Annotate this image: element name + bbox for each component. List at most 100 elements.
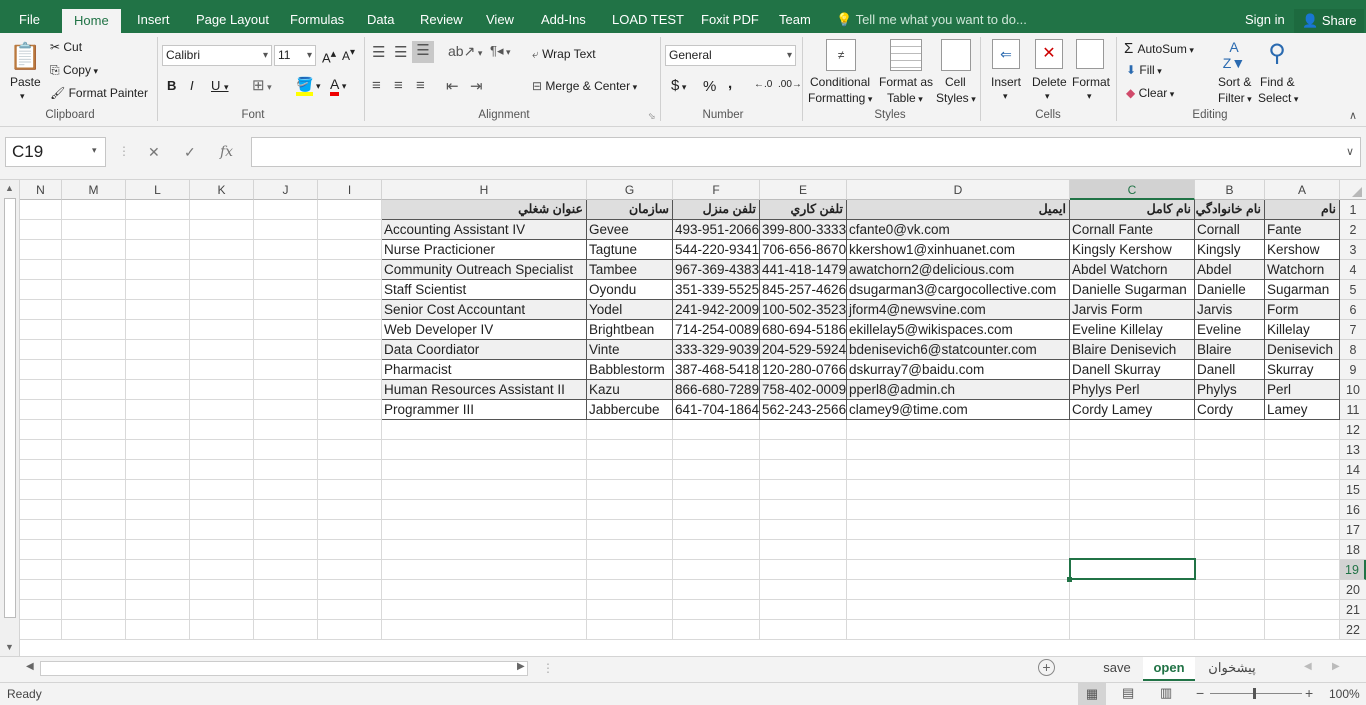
cell-e22[interactable] (760, 620, 847, 640)
cell-h20[interactable] (382, 580, 587, 600)
column-header-b[interactable]: B (1195, 180, 1265, 200)
row-header-19[interactable]: 19 (1340, 560, 1366, 580)
cell-k21[interactable] (190, 600, 254, 620)
cell-n13[interactable] (20, 440, 62, 460)
page-layout-view-icon[interactable]: ▤ (1122, 685, 1134, 701)
cell-i21[interactable] (318, 600, 382, 620)
row-header-1[interactable]: 1 (1340, 200, 1366, 220)
cell-e19[interactable] (760, 560, 847, 580)
table-cell-h8[interactable]: Data Coordiator (382, 340, 587, 360)
cell-b17[interactable] (1195, 520, 1265, 540)
table-cell-c8[interactable]: Blaire Denisevich (1070, 340, 1195, 360)
insert-dropdown-icon[interactable]: ▾ (1003, 91, 1008, 102)
borders-icon[interactable]: ⊞ ▾ (252, 76, 272, 94)
cell-c18[interactable] (1070, 540, 1195, 560)
underline-icon[interactable]: U ▾ (211, 78, 229, 93)
comma-icon[interactable]: , (728, 75, 732, 92)
table-header-b[interactable]: نام خانوادگي (1195, 200, 1265, 220)
splitter-icon[interactable]: ⋮ (542, 661, 554, 675)
row-header-9[interactable]: 9 (1340, 360, 1366, 380)
table-cell-h2[interactable]: Accounting Assistant IV (382, 220, 587, 240)
conditional-formatting-label-2[interactable]: Formatting ▾ (808, 91, 872, 105)
cell-m16[interactable] (62, 500, 126, 520)
cell-g12[interactable] (587, 420, 673, 440)
currency-icon[interactable]: $ ▾ (671, 77, 686, 94)
table-cell-h3[interactable]: Nurse Practicioner (382, 240, 587, 260)
cell-k17[interactable] (190, 520, 254, 540)
cell-c12[interactable] (1070, 420, 1195, 440)
cell-k15[interactable] (190, 480, 254, 500)
row-header-20[interactable]: 20 (1340, 580, 1366, 600)
cell-j22[interactable] (254, 620, 318, 640)
zoom-level[interactable]: 100% (1329, 687, 1360, 701)
cell-h12[interactable] (382, 420, 587, 440)
fill-handle[interactable] (1067, 577, 1072, 582)
align-right-icon[interactable]: ≡ (416, 77, 425, 94)
table-cell-d5[interactable]: dsugarman3@cargocollective.com (847, 280, 1070, 300)
table-cell-a8[interactable]: Denisevich (1265, 340, 1340, 360)
tab-data[interactable]: Data (367, 0, 394, 33)
cell-m8[interactable] (62, 340, 126, 360)
enter-icon[interactable]: ✓ (184, 144, 196, 161)
column-header-i[interactable]: I (318, 180, 382, 200)
cell-j7[interactable] (254, 320, 318, 340)
cell-j2[interactable] (254, 220, 318, 240)
cell-j20[interactable] (254, 580, 318, 600)
cell-a18[interactable] (1265, 540, 1340, 560)
table-cell-h4[interactable]: Community Outreach Specialist (382, 260, 587, 280)
cell-d22[interactable] (847, 620, 1070, 640)
cell-l8[interactable] (126, 340, 190, 360)
cell-j18[interactable] (254, 540, 318, 560)
worksheet-grid[interactable]: ▲ ▼ N M L K J I H G F E D C B A 1 2 3 4 5 6 7 8 9 10 11 12 13 14 15 1… (0, 180, 1366, 656)
cell-l4[interactable] (126, 260, 190, 280)
tab-add-ins[interactable]: Add-Ins (541, 0, 586, 33)
column-header-d[interactable]: D (847, 180, 1070, 200)
cell-l14[interactable] (126, 460, 190, 480)
table-cell-b5[interactable]: Danielle (1195, 280, 1265, 300)
sort-filter-label[interactable]: Sort & (1218, 75, 1251, 89)
cell-e18[interactable] (760, 540, 847, 560)
table-cell-d4[interactable]: awatchorn2@delicious.com (847, 260, 1070, 280)
table-cell-e4[interactable]: 441-418-1479 (760, 260, 847, 280)
tab-page-layout[interactable]: Page Layout (196, 0, 269, 33)
cell-l9[interactable] (126, 360, 190, 380)
table-cell-c10[interactable]: Phylys Perl (1070, 380, 1195, 400)
cell-l20[interactable] (126, 580, 190, 600)
table-cell-g7[interactable]: Brightbean (587, 320, 673, 340)
row-header-4[interactable]: 4 (1340, 260, 1366, 280)
table-cell-e2[interactable]: 399-800-3333 (760, 220, 847, 240)
cell-j16[interactable] (254, 500, 318, 520)
name-box[interactable]: C19 (5, 137, 106, 167)
cell-m19[interactable] (62, 560, 126, 580)
row-header-2[interactable]: 2 (1340, 220, 1366, 240)
cell-l1[interactable] (126, 200, 190, 220)
cell-l17[interactable] (126, 520, 190, 540)
table-header-h[interactable]: عنوان شغلي (382, 200, 587, 220)
column-header-h[interactable]: H (382, 180, 587, 200)
autosum-button[interactable]: Σ AutoSum ▾ (1124, 40, 1194, 57)
cell-a20[interactable] (1265, 580, 1340, 600)
cell-k11[interactable] (190, 400, 254, 420)
table-cell-a11[interactable]: Lamey (1265, 400, 1340, 420)
table-cell-d10[interactable]: pperl8@admin.ch (847, 380, 1070, 400)
cell-l2[interactable] (126, 220, 190, 240)
cell-i7[interactable] (318, 320, 382, 340)
signin-link[interactable]: Sign in (1245, 12, 1285, 27)
tab-insert[interactable]: Insert (137, 0, 170, 33)
table-cell-f11[interactable]: 641-704-1864 (673, 400, 760, 420)
cell-e16[interactable] (760, 500, 847, 520)
cell-i20[interactable] (318, 580, 382, 600)
column-header-k[interactable]: K (190, 180, 254, 200)
table-cell-f8[interactable]: 333-329-9039 (673, 340, 760, 360)
cell-n1[interactable] (20, 200, 62, 220)
insert-function-icon[interactable]: fx (220, 144, 233, 160)
table-cell-c5[interactable]: Danielle Sugarman (1070, 280, 1195, 300)
cell-styles-label[interactable]: Cell (945, 75, 966, 89)
cell-f19[interactable] (673, 560, 760, 580)
cell-m10[interactable] (62, 380, 126, 400)
tab-formulas[interactable]: Formulas (290, 0, 344, 33)
bold-icon[interactable]: B (167, 78, 176, 93)
cell-n19[interactable] (20, 560, 62, 580)
cell-l19[interactable] (126, 560, 190, 580)
cell-j9[interactable] (254, 360, 318, 380)
